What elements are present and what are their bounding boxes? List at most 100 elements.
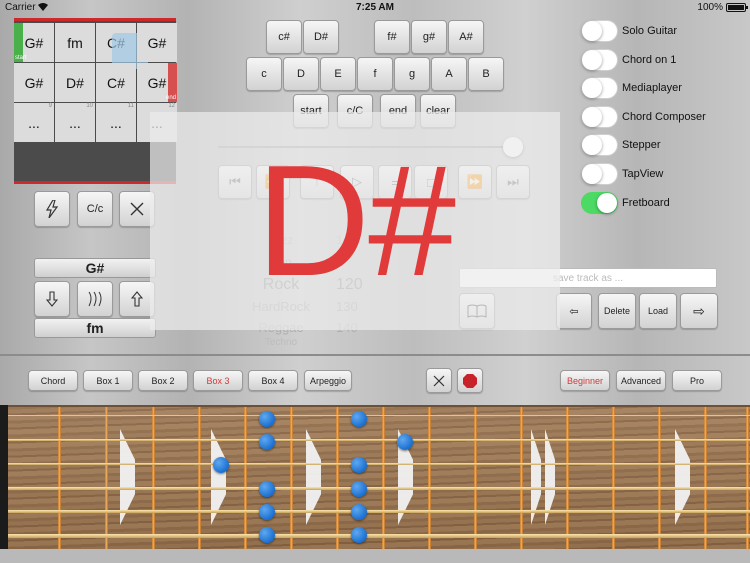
next-chord-label: fm [34, 318, 156, 338]
arrow-up-icon [131, 291, 143, 307]
toggle-switch[interactable] [581, 77, 618, 100]
fret-wire [244, 407, 247, 551]
fret-wire [746, 407, 749, 551]
chord-cell-label: fm [67, 34, 83, 51]
toggle-label: Chord on 1 [622, 53, 677, 66]
toggle-label: Fretboard [622, 196, 670, 209]
key-button[interactable]: D [283, 57, 319, 91]
quick-chord-button[interactable] [34, 191, 70, 227]
mode-button[interactable]: Arpeggio [304, 370, 352, 391]
chord-cell[interactable]: G# start [14, 23, 54, 62]
chord-cell[interactable]: fm [55, 23, 95, 62]
chord-cell[interactable]: G# [14, 63, 54, 102]
delete-track-button[interactable]: Delete [598, 293, 636, 329]
fret-wire [704, 407, 707, 551]
chord-cell[interactable]: C# [96, 63, 136, 102]
guitar-string [0, 487, 750, 490]
note-marker[interactable] [259, 411, 275, 427]
level-button[interactable]: Advanced [616, 370, 666, 391]
guitar-string [0, 534, 750, 538]
level-button[interactable]: Beginner [560, 370, 610, 391]
toggle-row: Stepper [581, 133, 661, 157]
current-chord-display: D# [256, 133, 456, 309]
key-button[interactable]: B [468, 57, 504, 91]
note-marker[interactable] [259, 527, 275, 543]
mode-button[interactable]: Box 1 [83, 370, 133, 391]
toggle-switch[interactable] [581, 163, 618, 185]
guitar-string [0, 439, 750, 441]
fret-wire [290, 407, 293, 551]
fret-wire [105, 407, 108, 551]
chord-cell[interactable]: G# end [137, 63, 177, 102]
toggle-row: TapView [581, 162, 663, 186]
previous-track-button[interactable]: ⇦ [556, 293, 592, 329]
chord-cell-label: ... [69, 114, 81, 131]
key-button[interactable]: f# [374, 20, 410, 54]
chord-cell-number: 11 [127, 103, 134, 109]
note-marker[interactable] [351, 527, 367, 543]
toggle-switch[interactable] [581, 48, 618, 71]
strum-button[interactable] [77, 281, 113, 317]
toggle-label: Solo Guitar [622, 25, 678, 37]
genre-name: Techno [264, 337, 298, 348]
toggle-switch[interactable] [581, 191, 618, 214]
note-marker[interactable] [259, 434, 275, 450]
toggle-switch[interactable] [581, 20, 618, 42]
current-chord-label: G# [34, 258, 156, 278]
fret-wire [658, 407, 661, 551]
fretboard[interactable] [0, 405, 750, 551]
note-marker[interactable] [259, 504, 275, 520]
chord-cell[interactable]: G# [137, 23, 177, 62]
note-marker[interactable] [351, 411, 367, 427]
level-button[interactable]: Pro [672, 370, 722, 391]
key-button[interactable]: f [357, 57, 393, 91]
chord-cell-label: C# [107, 74, 125, 91]
key-button[interactable]: g [394, 57, 430, 91]
fret-wire [428, 407, 431, 551]
toggle-switch[interactable] [581, 105, 618, 128]
note-marker[interactable] [397, 434, 413, 450]
key-button[interactable]: A# [448, 20, 484, 54]
chord-cell[interactable]: D# [55, 63, 95, 102]
mode-button[interactable]: Box 3 [193, 370, 243, 391]
chord-cell-label: G# [147, 74, 167, 91]
mode-button[interactable]: Box 2 [138, 370, 188, 391]
mode-button[interactable]: Chord [28, 370, 78, 391]
chord-cell[interactable]: ... 11 [96, 103, 136, 142]
chord-cell[interactable]: ... 9 [14, 103, 54, 142]
key-button[interactable]: A [431, 57, 467, 91]
guitar-string [0, 510, 750, 513]
fret-wire [58, 407, 61, 551]
case-toggle-button[interactable]: C/c [77, 191, 113, 227]
record-button[interactable] [457, 368, 483, 393]
key-button[interactable]: g# [411, 20, 447, 54]
fret-wire [198, 407, 201, 551]
chord-cell-tag: start [15, 55, 27, 61]
note-marker[interactable] [259, 481, 275, 497]
load-track-button[interactable]: Load [639, 293, 677, 329]
chord-cell[interactable]: ... 10 [55, 103, 95, 142]
mode-button[interactable]: Box 4 [248, 370, 298, 391]
note-marker[interactable] [351, 457, 367, 473]
toggle-row: Mediaplayer [581, 76, 682, 100]
toggle-label: Stepper [622, 139, 661, 152]
down-button[interactable] [34, 281, 70, 317]
key-button[interactable]: E [320, 57, 356, 91]
chord-cell-tag: end [165, 95, 176, 101]
close-icon [433, 375, 445, 386]
key-button[interactable]: c [246, 57, 282, 91]
close-fretboard-button[interactable] [426, 368, 452, 393]
next-track-button[interactable]: ⇨ [680, 293, 718, 329]
key-button[interactable]: c# [266, 20, 302, 54]
chord-cell[interactable]: C# [96, 23, 148, 69]
note-marker[interactable] [351, 504, 367, 520]
close-icon [130, 202, 144, 216]
toggle-row: Solo Guitar [581, 19, 677, 43]
arrow-left-icon: ⇦ [569, 305, 579, 318]
toggle-label: Chord Composer [622, 110, 706, 123]
key-button[interactable]: D# [303, 20, 339, 54]
toggle-label: Mediaplayer [622, 82, 682, 95]
note-marker[interactable] [213, 457, 229, 473]
note-marker[interactable] [351, 481, 367, 497]
toggle-switch[interactable] [581, 134, 618, 157]
